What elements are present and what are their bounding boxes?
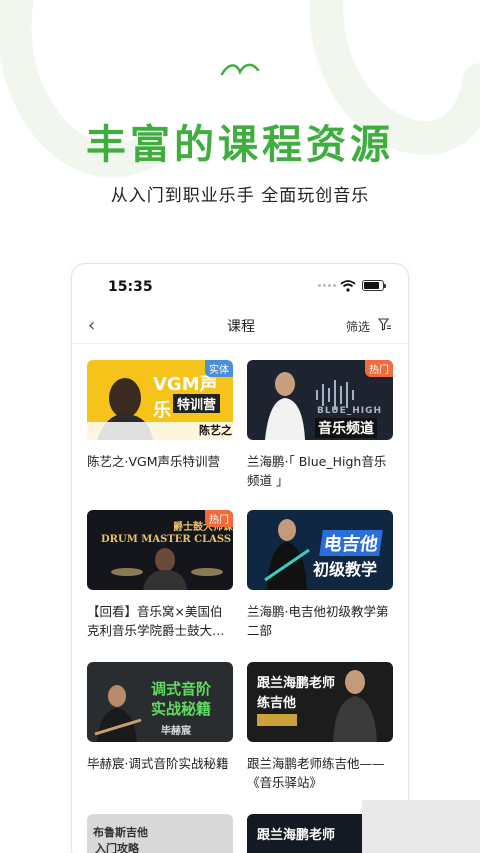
course-title[interactable]: 陈艺之·VGM声乐特训营 [87, 452, 233, 471]
course-title[interactable]: 兰海鹏·电吉他初级教学第二部 [247, 602, 393, 640]
thumb-tag-text: 陈艺之 [199, 424, 232, 437]
course-card[interactable]: 跟兰海鹏老师 练吉他 跟兰海鹏老师练吉他——《音乐驿站》 [247, 662, 393, 792]
course-card[interactable]: 爵士鼓大师课 DRUM MASTER CLASS 热门 【回看】音乐窝×美国伯克… [87, 510, 233, 640]
course-title[interactable]: 兰海鹏·「 Blue_High音乐频道 」 [247, 452, 393, 490]
thumb-main-text: DRUM MASTER CLASS [101, 534, 232, 545]
course-title[interactable]: 【回看】音乐窝×美国伯克利音乐学院爵士鼓大… [87, 602, 233, 640]
course-badge: 热门 [205, 510, 233, 527]
course-card[interactable]: 电吉他 初级教学 兰海鹏·电吉他初级教学第二部 [247, 510, 393, 640]
thumb-main-text: BLUE_HIGH [317, 406, 383, 416]
thumb-sub-text: 实战秘籍 [151, 700, 212, 718]
watermark-overlay [362, 800, 480, 853]
filter-button[interactable]: 筛选 [346, 318, 370, 335]
course-card[interactable]: 布鲁斯吉他 入门攻略 [87, 814, 233, 853]
course-thumbnail[interactable]: 布鲁斯吉他 入门攻略 [87, 814, 233, 853]
course-title[interactable]: 毕赫宸·调式音阶实战秘籍 [87, 754, 233, 773]
thumb-main-text: 布鲁斯吉他 [93, 826, 148, 839]
thumb-main-text: 电吉他 [319, 530, 383, 556]
course-thumbnail[interactable]: 爵士鼓大师课 DRUM MASTER CLASS 热门 [87, 510, 233, 590]
thumb-sub-text: 入门攻略 [95, 842, 139, 853]
phone-frame: 15:35 ‹ 课程 筛选 VGM声乐 特训营 陈艺之 实体 陈艺之·VGM声乐… [71, 263, 409, 853]
filter-icon[interactable] [378, 318, 392, 331]
course-badge: 实体 [205, 360, 233, 377]
battery-icon [362, 280, 386, 291]
thumb-main-text: 跟兰海鹏老师 [257, 828, 336, 843]
wifi-icon [340, 280, 356, 292]
course-title[interactable]: 跟兰海鹏老师练吉他——《音乐驿站》 [247, 754, 393, 792]
course-card[interactable]: VGM声乐 特训营 陈艺之 实体 陈艺之·VGM声乐特训营 [87, 360, 233, 490]
signal-dots-icon [318, 284, 336, 287]
hero-subtitle: 从入门到职业乐手 全面玩创音乐 [110, 186, 370, 206]
thumb-tag-text: 毕赫宸 [161, 726, 191, 737]
thumb-sub-text: 初级教学 [313, 560, 378, 579]
status-time: 15:35 [108, 279, 153, 295]
course-thumbnail[interactable]: 调式音阶 实战秘籍 毕赫宸 [87, 662, 233, 742]
course-card[interactable]: BLUE_HIGH 音乐频道 热门 兰海鹏·「 Blue_High音乐频道 」 [247, 360, 393, 490]
course-thumbnail[interactable]: VGM声乐 特训营 陈艺之 实体 [87, 360, 233, 440]
course-badge: 热门 [365, 360, 393, 377]
course-card[interactable]: 调式音阶 实战秘籍 毕赫宸 毕赫宸·调式音阶实战秘籍 [87, 662, 233, 792]
course-thumbnail[interactable]: BLUE_HIGH 音乐频道 热门 [247, 360, 393, 440]
course-thumbnail[interactable]: 跟兰海鹏老师 练吉他 [247, 662, 393, 742]
thumb-sub-text: 音乐频道 [315, 418, 377, 438]
nav-bar: ‹ 课程 筛选 [72, 308, 408, 344]
thumb-main-text: 跟兰海鹏老师 [257, 676, 336, 691]
course-thumbnail[interactable]: 电吉他 初级教学 [247, 510, 393, 590]
thumb-sub-text: 特训营 [173, 394, 221, 413]
hero-title: 丰富的课程资源 [86, 122, 394, 168]
thumb-main-text: 调式音阶 [151, 680, 212, 698]
thumb-sub-text: 练吉他 [257, 696, 297, 711]
status-bar: 15:35 [72, 264, 408, 308]
